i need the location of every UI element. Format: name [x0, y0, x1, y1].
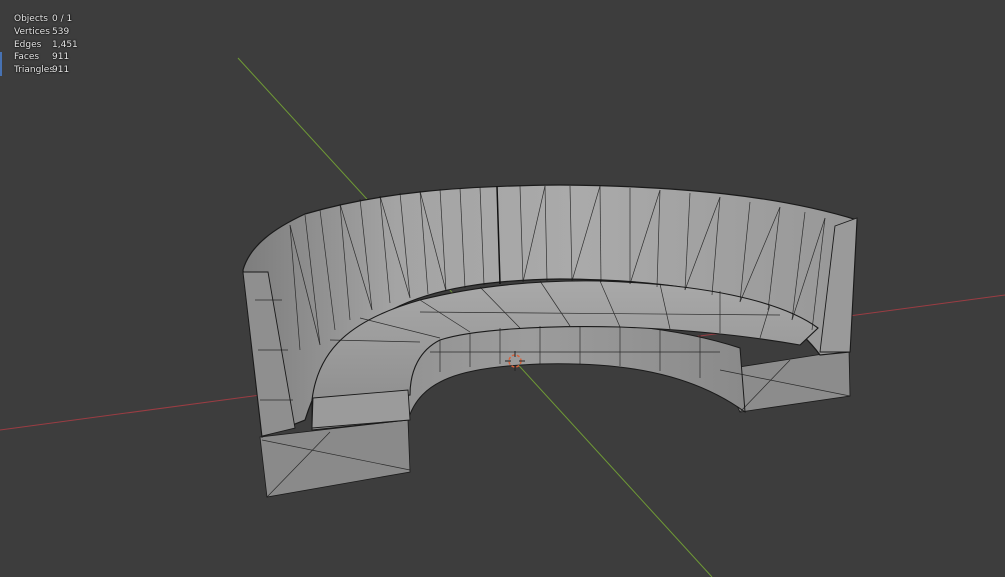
stat-value: 911 [52, 65, 70, 76]
stat-value: 911 [52, 52, 70, 63]
viewport-scene[interactable] [0, 0, 1005, 577]
stat-row-objects: Objects 0 / 1 [14, 13, 78, 26]
stat-label: Vertices [14, 26, 50, 37]
mesh-face [259, 419, 411, 498]
active-region-indicator [0, 52, 2, 76]
3d-viewport[interactable]: Objects 0 / 1 Vertices 539 Edges 1,451 F… [0, 0, 1005, 577]
stat-value: 539 [52, 26, 70, 37]
stat-value: 0 / 1 [52, 14, 73, 24]
sofa-mesh[interactable] [242, 184, 858, 498]
scene-statistics-overlay: Objects 0 / 1 Vertices 539 Edges 1,451 F… [14, 13, 78, 77]
stat-label: Faces [14, 52, 40, 63]
stat-label: Edges [14, 39, 42, 50]
stat-row-faces: Faces 911 [14, 51, 78, 64]
stat-row-edges: Edges 1,451 [14, 39, 78, 52]
stat-row-triangles: Triangles 911 [14, 64, 78, 77]
stat-row-vertices: Vertices 539 [14, 26, 78, 39]
stat-label: Objects [14, 14, 49, 24]
stat-value: 1,451 [52, 39, 78, 50]
stat-label: Triangles [14, 65, 55, 76]
